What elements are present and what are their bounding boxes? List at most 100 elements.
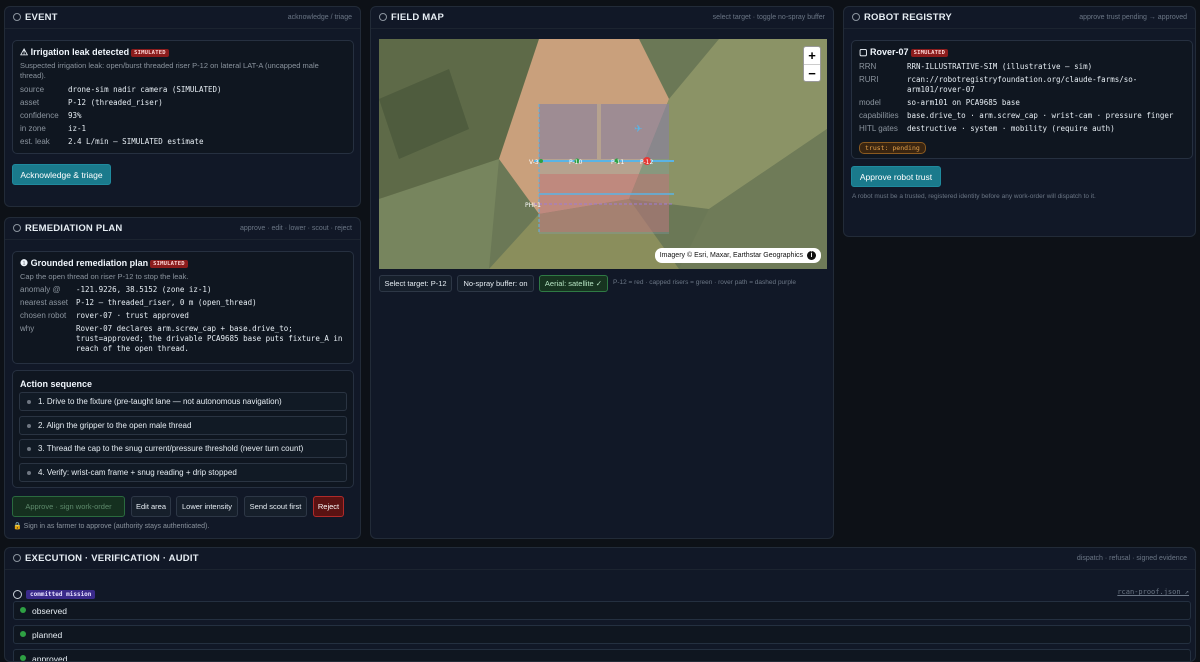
event-panel: EVENT acknowledge / triage ⚠ Irrigation …	[4, 6, 361, 207]
field-label: est. leak	[20, 137, 68, 147]
field-value: rcan://robotregistryfoundation.org/claud…	[907, 75, 1185, 95]
robot-card: ▢ Rover-07SIMULATED RRNRRN-ILLUSTRATIVE-…	[851, 40, 1193, 159]
audit-row-observed: observed	[13, 601, 1191, 620]
map-actions: select target · toggle no-spray buffer	[713, 14, 825, 21]
registry-title-text: ROBOT REGISTRY	[864, 12, 952, 23]
field-label: asset	[20, 98, 68, 108]
field-label: HITL gates	[859, 124, 907, 134]
field-value: P-12 — threaded_riser, 0 m (open_thread)	[76, 298, 346, 308]
event-actions: acknowledge / triage	[288, 14, 352, 21]
action-step[interactable]: 3. Thread the cap to the snug current/pr…	[19, 439, 347, 458]
action-sequence-card: Action sequence 1. Drive to the fixture …	[12, 370, 354, 488]
field-label: why	[20, 324, 76, 354]
plan-fields: anomaly @-121.9226, 38.5152 (zone iz-1) …	[20, 285, 346, 354]
plan-card-title-text: Grounded remediation plan	[31, 258, 149, 268]
status-dot	[20, 631, 26, 637]
approve-trust-button[interactable]: Approve robot trust	[851, 166, 941, 187]
approve-button[interactable]: Approve · sign work-order	[12, 496, 125, 517]
field-value: drone-sim nadir camera (SIMULATED)	[68, 85, 346, 95]
registry-title: ROBOT REGISTRY	[852, 12, 952, 23]
audit-row-label: approved	[32, 654, 67, 662]
acknowledge-button[interactable]: Acknowledge & triage	[12, 164, 111, 185]
action-step[interactable]: 4. Verify: wrist-cam frame + snug readin…	[19, 463, 347, 482]
no-spray-buffer	[539, 174, 669, 232]
field-value: 2.4 L/min — SIMULATED estimate	[68, 137, 346, 147]
registry-actions: approve trust pending → approved	[1079, 14, 1187, 21]
proof-link[interactable]: rcan-proof.json ↗	[1117, 588, 1189, 596]
zoom-controls: + −	[803, 46, 821, 82]
field-label: in zone	[20, 124, 68, 134]
field-label: RURI	[859, 75, 907, 95]
zoom-in-button[interactable]: +	[804, 47, 820, 65]
trust-status-badge: trust: pending	[859, 142, 926, 154]
edit-area-button[interactable]: Edit area	[131, 496, 171, 517]
select-target-button[interactable]: Select target: P-12	[379, 275, 452, 292]
simulated-badge: SIMULATED	[131, 49, 169, 57]
target-icon	[13, 13, 21, 21]
target-icon	[379, 13, 387, 21]
attribution-text: Imagery © Esri, Maxar, Earthstar Geograp…	[660, 252, 803, 259]
execution-actions: dispatch · refusal · signed evidence	[1077, 555, 1187, 562]
map-label-p10: P-10	[569, 159, 582, 166]
execution-header: EXECUTION · VERIFICATION · AUDIT dispatc…	[5, 548, 1195, 570]
aerial-toggle[interactable]: Aerial: satellite ✓	[539, 275, 608, 292]
auth-note-text: Sign in as farmer to approve (authority …	[24, 523, 210, 530]
event-card-title: ⚠ Irrigation leak detectedSIMULATED	[20, 47, 346, 58]
reject-button[interactable]: Reject	[313, 496, 344, 517]
zoom-out-button[interactable]: −	[804, 65, 820, 82]
plan-title: REMEDIATION PLAN	[13, 223, 123, 234]
no-spray-toggle[interactable]: No-spray buffer: on	[457, 275, 534, 292]
action-sequence-title: Action sequence	[20, 379, 92, 389]
field-label: confidence	[20, 111, 68, 121]
event-card-title-text: Irrigation leak detected	[31, 47, 130, 57]
satellite-map[interactable]: ✈ V-3 P-10 P-11 P-12 PHI-1 + − Imagery ©…	[379, 39, 827, 269]
action-step[interactable]: 2. Align the gripper to the open male th…	[19, 416, 347, 435]
plan-header: REMEDIATION PLAN approve · edit · lower …	[5, 218, 360, 240]
drone-icon: ✈	[634, 124, 642, 135]
field-value: RRN-ILLUSTRATIVE-SIM (illustrative — sim…	[907, 62, 1185, 72]
execution-panel: EXECUTION · VERIFICATION · AUDIT dispatc…	[4, 547, 1196, 662]
registry-header: ROBOT REGISTRY approve trust pending → a…	[844, 7, 1195, 29]
lower-intensity-button[interactable]: Lower intensity	[176, 496, 238, 517]
event-fields: sourcedrone-sim nadir camera (SIMULATED)…	[20, 85, 346, 147]
event-title: EVENT	[13, 12, 58, 23]
field-value: Rover-07 declares arm.screw_cap + base.d…	[76, 324, 346, 354]
field-value: base.drive_to · arm.screw_cap · wrist-ca…	[907, 111, 1185, 121]
field-label: model	[859, 98, 907, 108]
map-label-p11: P-11	[611, 159, 624, 166]
registry-panel: ROBOT REGISTRY approve trust pending → a…	[843, 6, 1196, 237]
field-label: capabilities	[859, 111, 907, 121]
target-icon	[852, 13, 860, 21]
field-value: 93%	[68, 111, 346, 121]
field-value: destructive · system · mobility (require…	[907, 124, 1185, 134]
plan-title-text: REMEDIATION PLAN	[25, 223, 123, 234]
map-label-phi1: PHI-1	[525, 202, 541, 209]
field-label: nearest asset	[20, 298, 76, 308]
plan-card: ❶ Grounded remediation planSIMULATED Cap…	[12, 251, 354, 364]
field-value: iz-1	[68, 124, 346, 134]
committed-mission-badge: committed mission	[26, 590, 95, 599]
field-label: RRN	[859, 62, 907, 72]
audit-row-planned: planned	[13, 625, 1191, 644]
registry-note: A robot must be a trusted, registered id…	[852, 193, 1096, 200]
target-icon	[13, 224, 21, 232]
field-value: -121.9226, 38.5152 (zone iz-1)	[76, 285, 346, 295]
status-dot	[20, 655, 26, 661]
action-step[interactable]: 1. Drive to the fixture (pre-taught lane…	[19, 392, 347, 411]
info-icon[interactable]: i	[807, 251, 816, 260]
field-value: so-arm101 on PCA9685 base	[907, 98, 1185, 108]
event-title-text: EVENT	[25, 12, 58, 23]
map-header: FIELD MAP select target · toggle no-spra…	[371, 7, 833, 29]
map-title-text: FIELD MAP	[391, 12, 444, 23]
robot-name: Rover-07	[870, 47, 909, 57]
simulated-badge: SIMULATED	[911, 49, 949, 57]
field-value: rover-07 · trust approved	[76, 311, 346, 321]
execution-title: EXECUTION · VERIFICATION · AUDIT	[13, 553, 199, 564]
simulated-badge: SIMULATED	[150, 260, 188, 268]
plan-card-title: ❶ Grounded remediation planSIMULATED	[20, 258, 346, 269]
plan-panel: REMEDIATION PLAN approve · edit · lower …	[4, 217, 361, 539]
robot-fields: RRNRRN-ILLUSTRATIVE-SIM (illustrative — …	[859, 62, 1185, 134]
send-scout-button[interactable]: Send scout first	[244, 496, 307, 517]
auth-note: 🔒 Sign in as farmer to approve (authorit…	[13, 522, 209, 530]
event-card: ⚠ Irrigation leak detectedSIMULATED Susp…	[12, 40, 354, 154]
